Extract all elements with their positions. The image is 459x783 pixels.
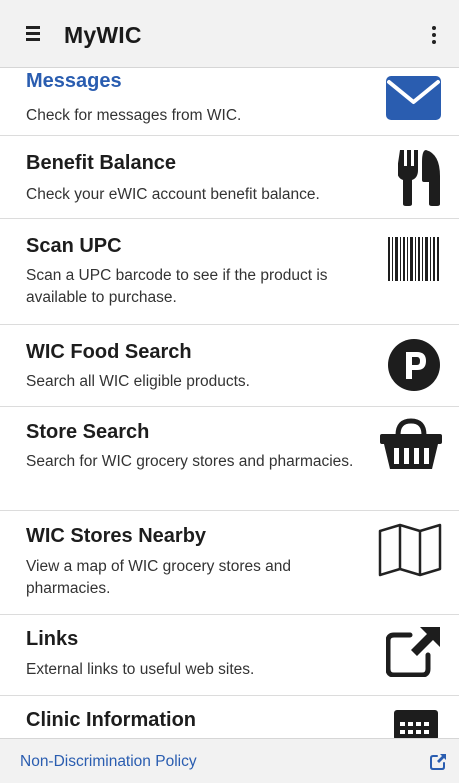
list-item-wic-food-search[interactable]: WIC Food Search Search all WIC eligible … (0, 325, 459, 407)
footer-bar: Non-Discrimination Policy (0, 738, 459, 783)
envelope-icon (386, 76, 441, 120)
app-bar: MyWIC (0, 0, 459, 68)
list-item-description: Search for WIC grocery stores and pharma… (26, 453, 354, 470)
list-item-title: WIC Stores Nearby (26, 525, 207, 547)
basket-icon (380, 417, 442, 471)
list-item-scan-upc[interactable]: Scan UPC Scan a UPC barcode to see if th… (0, 219, 459, 325)
list-item-description: Scan a UPC barcode to see if the product… (26, 267, 328, 306)
list-item-description: Search all WIC eligible products. (26, 373, 250, 390)
external-link-icon (385, 625, 442, 678)
barcode-icon (388, 237, 440, 281)
keypad-icon (394, 710, 438, 738)
list-item-messages[interactable]: Messages Check for messages from WIC. (0, 68, 459, 136)
hamburger-menu-icon[interactable] (26, 26, 44, 42)
list-item-clinic-information[interactable]: Clinic Information (0, 696, 459, 738)
app-title: MyWIC (64, 22, 142, 48)
list-item-title: Scan UPC (26, 235, 122, 257)
list-item-title: Benefit Balance (26, 152, 177, 174)
menu-list: Messages Check for messages from WIC. Be… (0, 68, 459, 738)
list-item-title: WIC Food Search (26, 341, 192, 363)
fork-knife-icon (397, 150, 442, 206)
list-item-title: Store Search (26, 421, 150, 443)
external-link-icon[interactable] (429, 753, 447, 771)
list-item-links[interactable]: Links External links to useful web sites… (0, 615, 459, 696)
list-item-store-search[interactable]: Store Search Search for WIC grocery stor… (0, 407, 459, 511)
list-item-description: Check for messages from WIC. (26, 107, 242, 124)
list-item-description: Check your eWIC account benefit balance. (26, 186, 320, 203)
overflow-menu-icon[interactable] (424, 26, 444, 46)
product-p-icon (388, 339, 440, 391)
list-item-wic-stores-nearby[interactable]: WIC Stores Nearby View a map of WIC groc… (0, 511, 459, 615)
list-item-title: Links (26, 628, 79, 650)
non-discrimination-policy-link[interactable]: Non-Discrimination Policy (20, 753, 197, 771)
list-item-title: Clinic Information (26, 709, 196, 731)
list-item-title: Messages (26, 70, 122, 92)
app-screen: MyWIC Messages Check for messages from W… (0, 0, 459, 783)
list-item-description: View a map of WIC grocery stores and pha… (26, 558, 292, 597)
list-item-description: External links to useful web sites. (26, 661, 255, 678)
list-item-benefit-balance[interactable]: Benefit Balance Check your eWIC account … (0, 136, 459, 219)
map-icon (378, 523, 442, 577)
